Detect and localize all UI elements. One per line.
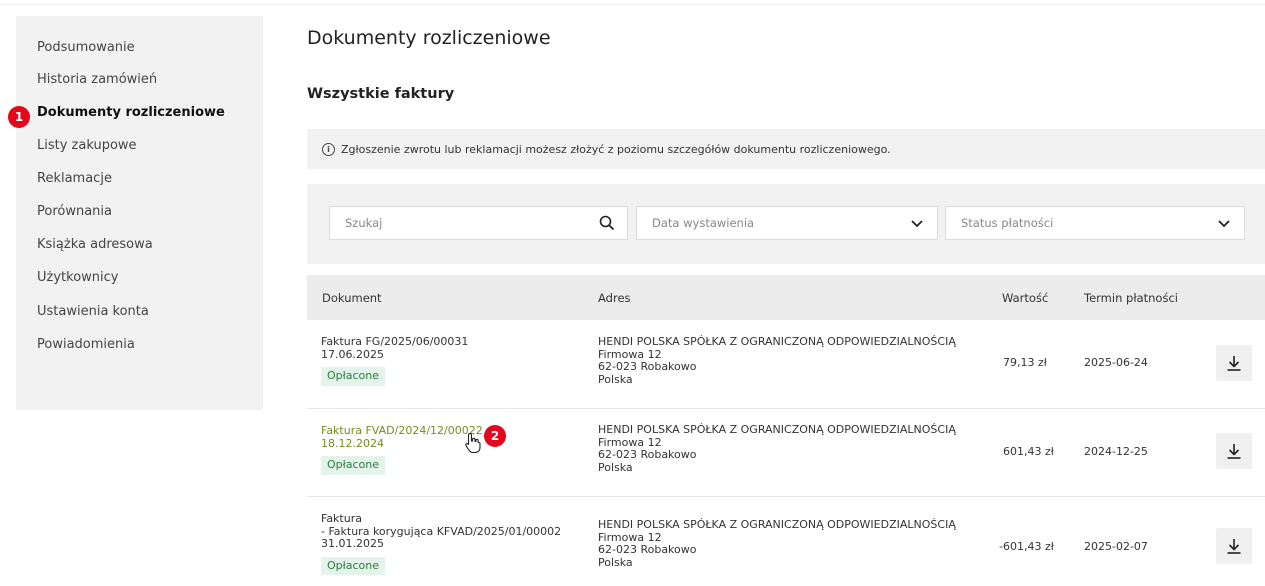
filter-bar: Szukaj Data wystawienia Status płatności: [307, 184, 1265, 264]
due-date-cell: 2025-02-07: [1084, 540, 1148, 553]
due-date-cell: 2025-06-24: [1084, 356, 1148, 369]
download-icon: [1227, 444, 1241, 459]
step-marker-1: 1: [8, 106, 30, 128]
account-sidebar: Podsumowanie Historia zamówień Dokumenty…: [16, 16, 263, 410]
table-row: Faktura FVAD/2024/12/00022 18.12.2024 Op…: [307, 408, 1265, 497]
page-title: Dokumenty rozliczeniowe: [307, 27, 551, 49]
document-link[interactable]: Faktura: [321, 512, 561, 526]
info-icon: i: [322, 142, 335, 156]
sidebar-item-shopping-lists[interactable]: Listy zakupowe: [37, 138, 137, 153]
document-link[interactable]: Faktura FVAD/2024/12/00022: [321, 424, 483, 438]
column-header-address: Adres: [598, 291, 631, 305]
sidebar-item-order-history[interactable]: Historia zamówień: [37, 72, 157, 87]
document-cell: Faktura - Faktura korygująca KFVAD/2025/…: [321, 512, 561, 575]
address-country: Polska: [598, 460, 633, 474]
status-badge: Opłacone: [321, 556, 386, 575]
address-cell: HENDI POLSKA SPÓŁKA Z OGRANICZONĄ ODPOWI…: [598, 335, 956, 386]
download-icon: [1227, 539, 1241, 554]
issue-date-placeholder: Data wystawienia: [652, 216, 755, 230]
top-divider: [0, 0, 1265, 5]
document-date: 31.01.2025: [321, 537, 384, 550]
hand-cursor-icon: [465, 432, 481, 454]
status-badge: Opłacone: [321, 367, 386, 386]
address-country: Polska: [598, 555, 633, 569]
sidebar-item-account-settings[interactable]: Ustawienia konta: [37, 304, 149, 319]
issue-date-select[interactable]: Data wystawienia: [636, 206, 938, 240]
value-cell: 79,13 zł: [1003, 356, 1047, 369]
address-company: HENDI POLSKA SPÓŁKA Z OGRANICZONĄ ODPOWI…: [598, 335, 956, 348]
download-button[interactable]: [1216, 345, 1252, 381]
download-icon: [1227, 356, 1241, 371]
info-notice: i Zgłoszenie zwrotu lub reklamacji możes…: [307, 129, 1265, 169]
download-button[interactable]: [1216, 528, 1252, 564]
address-country: Polska: [598, 372, 633, 386]
address-cell: HENDI POLSKA SPÓŁKA Z OGRANICZONĄ ODPOWI…: [598, 423, 956, 474]
table-header: Dokument Adres Wartość Termin płatności: [307, 275, 1265, 320]
sidebar-item-comparisons[interactable]: Porównania: [37, 204, 112, 219]
status-badge: Opłacone: [321, 456, 386, 475]
address-company: HENDI POLSKA SPÓŁKA Z OGRANICZONĄ ODPOWI…: [598, 518, 956, 531]
document-date: 18.12.2024: [321, 436, 384, 450]
address-city: 62-023 Robakowo: [598, 360, 697, 373]
sidebar-item-address-book[interactable]: Książka adresowa: [37, 237, 153, 252]
search-icon[interactable]: [599, 215, 615, 231]
table-row: Faktura FG/2025/06/00031 17.06.2025 Opła…: [307, 320, 1265, 409]
address-city: 62-023 Robakowo: [598, 448, 697, 461]
sidebar-item-billing-documents[interactable]: Dokumenty rozliczeniowe: [37, 105, 225, 120]
address-cell: HENDI POLSKA SPÓŁKA Z OGRANICZONĄ ODPOWI…: [598, 518, 956, 569]
value-cell: 601,43 zł: [1003, 445, 1054, 458]
info-notice-text: Zgłoszenie zwrotu lub reklamacji możesz …: [341, 142, 891, 156]
column-header-document: Dokument: [322, 291, 382, 305]
sidebar-item-users[interactable]: Użytkownicy: [37, 270, 118, 285]
payment-status-placeholder: Status płatności: [961, 216, 1054, 230]
column-header-due-date: Termin płatności: [1084, 291, 1178, 305]
column-header-value: Wartość: [1002, 291, 1049, 305]
sidebar-item-complaints[interactable]: Reklamacje: [37, 171, 112, 186]
sidebar-item-notifications[interactable]: Powiadomienia: [37, 337, 135, 352]
address-company: HENDI POLSKA SPÓŁKA Z OGRANICZONĄ ODPOWI…: [598, 423, 956, 436]
download-button[interactable]: [1216, 433, 1252, 469]
document-link[interactable]: Faktura FG/2025/06/00031: [321, 335, 468, 349]
step-marker-2: 2: [484, 425, 506, 447]
due-date-cell: 2024-12-25: [1084, 445, 1148, 458]
value-cell: -601,43 zł: [999, 540, 1054, 553]
sidebar-item-summary[interactable]: Podsumowanie: [37, 40, 135, 55]
payment-status-select[interactable]: Status płatności: [945, 206, 1245, 240]
chevron-down-icon: [1218, 220, 1230, 228]
document-cell: Faktura FG/2025/06/00031 17.06.2025 Opła…: [321, 335, 468, 386]
table-row: Faktura - Faktura korygująca KFVAD/2025/…: [307, 496, 1265, 586]
document-cell: Faktura FVAD/2024/12/00022 18.12.2024 Op…: [321, 424, 483, 475]
document-date: 17.06.2025: [321, 347, 384, 361]
address-city: 62-023 Robakowo: [598, 543, 697, 556]
chevron-down-icon: [911, 220, 923, 228]
section-title: Wszystkie faktury: [307, 86, 455, 102]
search-placeholder: Szukaj: [345, 216, 383, 230]
search-input[interactable]: Szukaj: [329, 206, 628, 240]
